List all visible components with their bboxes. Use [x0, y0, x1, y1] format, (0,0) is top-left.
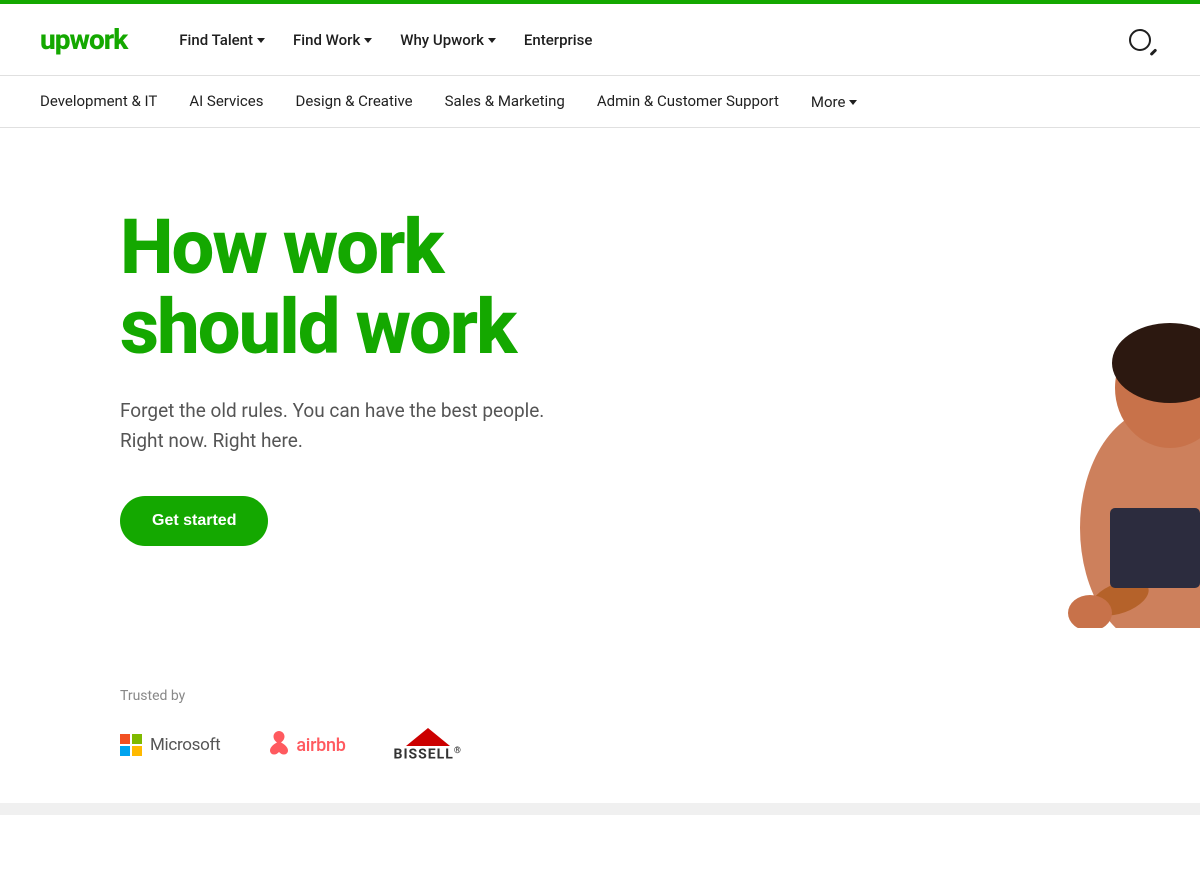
nav-find-work[interactable]: Find Work — [281, 23, 384, 57]
microsoft-logo: Microsoft — [120, 734, 220, 756]
airbnb-text: airbnb — [296, 735, 345, 756]
hero-title: How workshould work — [120, 208, 820, 368]
nav-links: Find Talent Find Work Why Upwork Enterpr… — [167, 23, 1120, 57]
scroll-indicator — [0, 803, 1200, 815]
chevron-down-icon — [257, 38, 265, 43]
nav-enterprise[interactable]: Enterprise — [512, 23, 604, 57]
trusted-logos: Microsoft airbnb BISSELL® — [120, 728, 1080, 763]
cat-ai-services[interactable]: AI Services — [189, 86, 263, 118]
category-navigation: Development & IT AI Services Design & Cr… — [0, 76, 1200, 128]
hero-content: How workshould work Forget the old rules… — [120, 208, 820, 546]
search-icon — [1129, 29, 1151, 51]
trusted-label: Trusted by — [120, 688, 1080, 704]
cat-dev-it[interactable]: Development & IT — [40, 86, 157, 118]
cat-more[interactable]: More — [811, 93, 858, 111]
airbnb-icon — [268, 729, 290, 761]
search-button[interactable] — [1120, 20, 1160, 60]
bissell-logo: BISSELL® — [394, 728, 462, 763]
hero-illustration — [780, 188, 1200, 628]
nav-why-upwork[interactable]: Why Upwork — [388, 23, 508, 57]
hero-section: How workshould work Forget the old rules… — [0, 128, 1200, 628]
microsoft-icon — [120, 734, 142, 756]
cat-design-creative[interactable]: Design & Creative — [295, 86, 412, 118]
main-navigation: upwork Find Talent Find Work Why Upwork … — [0, 4, 1200, 76]
airbnb-logo: airbnb — [268, 729, 345, 761]
hero-subtitle: Forget the old rules. You can have the b… — [120, 396, 820, 457]
chevron-down-icon — [364, 38, 372, 43]
nav-right — [1120, 20, 1160, 60]
trusted-section: Trusted by Microsoft airbnb — [0, 628, 1200, 803]
chevron-down-icon — [488, 38, 496, 43]
upwork-logo[interactable]: upwork — [40, 23, 127, 56]
cat-sales-marketing[interactable]: Sales & Marketing — [445, 86, 565, 118]
get-started-button[interactable]: Get started — [120, 496, 268, 546]
nav-find-talent[interactable]: Find Talent — [167, 23, 277, 57]
chevron-down-icon — [849, 100, 857, 105]
bissell-triangle-icon — [406, 728, 450, 746]
microsoft-text: Microsoft — [150, 735, 220, 755]
cat-admin-support[interactable]: Admin & Customer Support — [597, 86, 779, 118]
bissell-text: BISSELL® — [394, 746, 462, 763]
